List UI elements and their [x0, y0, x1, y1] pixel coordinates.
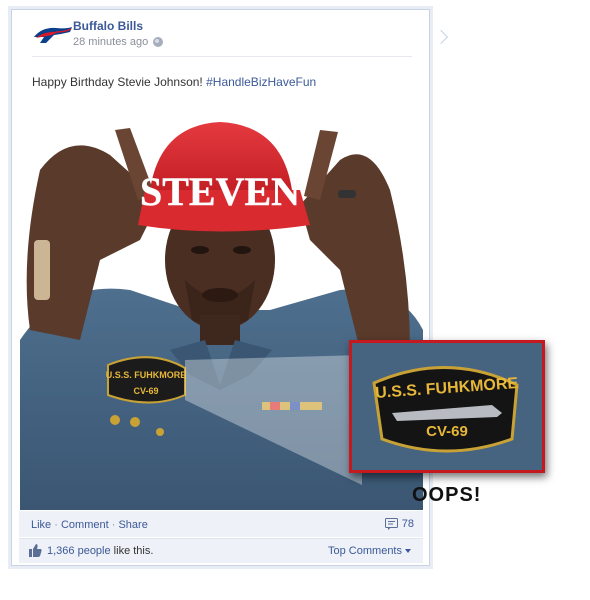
caret-down-icon [405, 549, 411, 553]
action-links: Like · Comment · Share [31, 519, 148, 531]
likes-suffix: like this. [110, 545, 154, 557]
oops-annotation: OOPS! [412, 484, 482, 506]
action-separator: · [111, 519, 116, 531]
top-comments-dropdown[interactable]: Top Comments [328, 545, 411, 557]
likes-text: 1,366 people like this. [47, 545, 153, 557]
message-text: Happy Birthday Stevie Johnson! [32, 75, 207, 89]
comment-count-value: 78 [401, 518, 414, 530]
comment-count[interactable]: 78 [384, 518, 414, 530]
comment-bubble-icon [384, 518, 398, 530]
cap-text: STEVEN [140, 169, 300, 214]
post-arrow [433, 29, 449, 45]
bills-logo-avatar[interactable] [32, 23, 74, 47]
globe-icon[interactable] [153, 37, 164, 47]
action-separator: · [54, 519, 58, 531]
zoom-inset-image: U.S.S. FUHKMORE CV-69 [352, 343, 542, 470]
page-name-link[interactable]: Buffalo Bills [73, 19, 143, 33]
action-bar: Like · Comment · Share 78 [19, 511, 423, 537]
facebook-post: Buffalo Bills 28 minutes ago Happy Birth… [11, 9, 449, 566]
comment-link[interactable]: Comment [61, 519, 109, 531]
shirt-patch-line2: CV-69 [133, 386, 158, 396]
header-divider [32, 56, 412, 57]
likes-count-link[interactable]: 1,366 people [47, 545, 111, 557]
post-timestamp[interactable]: 28 minutes ago [73, 36, 148, 48]
share-link[interactable]: Share [118, 519, 147, 531]
shirt-patch: U.S.S. FUHKMORE CV-69 [106, 356, 187, 404]
like-link[interactable]: Like [31, 519, 51, 531]
zoom-inset: U.S.S. FUHKMORE CV-69 [349, 340, 545, 473]
post-meta: 28 minutes ago [73, 36, 164, 48]
hashtag-link[interactable]: #HandleBizHaveFun [206, 75, 316, 89]
top-comments-label: Top Comments [328, 545, 402, 557]
thumbs-up-icon [29, 544, 42, 557]
like-summary-bar: 1,366 people like this. Top Comments [19, 538, 423, 563]
shirt-patch-line1: U.S.S. FUHKMORE [106, 370, 187, 380]
inset-patch-line2: CV-69 [426, 423, 468, 440]
post-message: Happy Birthday Stevie Johnson! #HandleBi… [32, 75, 316, 89]
